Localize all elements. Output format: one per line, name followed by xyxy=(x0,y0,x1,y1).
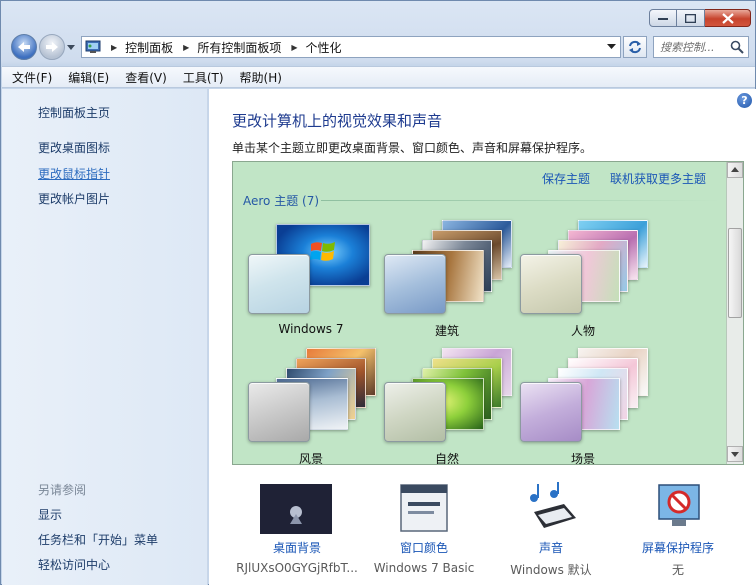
forward-button[interactable] xyxy=(39,34,65,60)
window-color-swatch xyxy=(384,382,446,442)
desktop-background-label: 桌面背景 xyxy=(272,541,321,555)
theme-scrollbar[interactable] xyxy=(726,162,743,464)
screen-saver-icon xyxy=(658,484,700,526)
personalization-window: ▶ 控制面板 ▶ 所有控制面板项 ▶ 个性化 文件(F) 编辑( xyxy=(0,0,756,585)
sidebar-link-mouse-pointers[interactable]: 更改鼠标指针 xyxy=(38,165,110,182)
page-title: 更改计算机上的视觉效果和声音 xyxy=(232,112,443,130)
scroll-down-button[interactable] xyxy=(727,446,743,462)
main-pane: ? 更改计算机上的视觉效果和声音 单击某个主题立即更改桌面背景、窗口颜色、声音和… xyxy=(209,89,756,585)
sounds-label: 声音 xyxy=(538,541,563,555)
theme-name: 自然 xyxy=(434,452,459,465)
breadcrumb-all-items[interactable]: 所有控制面板项 xyxy=(197,39,281,56)
breadcrumb-separator-icon: ▶ xyxy=(111,42,118,52)
group-divider xyxy=(321,200,721,201)
menu-bar: 文件(F) 编辑(E) 查看(V) 工具(T) 帮助(H) xyxy=(2,66,755,88)
window-color-swatch xyxy=(248,254,310,314)
sidebar-link-control-panel-home[interactable]: 控制面板主页 xyxy=(38,104,110,121)
theme-name: 风景 xyxy=(298,452,323,465)
forward-arrow-icon xyxy=(46,42,58,52)
sidebar: 控制面板主页 更改桌面图标 更改鼠标指针 更改帐户图片 另请参阅 显示 任务栏和… xyxy=(2,89,208,585)
window-color-swatch xyxy=(248,382,310,442)
search-box[interactable] xyxy=(653,36,749,58)
screen-saver-label: 屏幕保护程序 xyxy=(641,541,714,555)
search-input[interactable] xyxy=(660,40,732,54)
see-also-heading: 另请参阅 xyxy=(38,483,87,497)
minimize-icon xyxy=(658,18,668,20)
see-also-display[interactable]: 显示 xyxy=(38,506,62,523)
menu-tools[interactable]: 工具(T) xyxy=(183,69,224,86)
close-button[interactable] xyxy=(705,9,751,27)
back-button[interactable] xyxy=(11,34,37,60)
refresh-button[interactable] xyxy=(623,36,647,58)
see-also-taskbar-start-menu[interactable]: 任务栏和「开始」菜单 xyxy=(38,531,158,548)
theme-tile-nature[interactable]: 自然 xyxy=(382,348,512,465)
scroll-thumb[interactable] xyxy=(728,228,742,318)
address-bar[interactable]: ▶ 控制面板 ▶ 所有控制面板项 ▶ 个性化 xyxy=(81,36,621,58)
theme-tile-architecture[interactable]: 建筑 xyxy=(382,220,512,348)
maximize-icon xyxy=(685,13,696,23)
breadcrumb-separator-icon: ▶ xyxy=(291,42,298,52)
theme-name: Windows 7 xyxy=(278,322,344,336)
save-theme-link[interactable]: 保存主题 xyxy=(542,170,590,187)
window-color-item[interactable]: 窗口颜色 Windows 7 Basic xyxy=(359,484,489,580)
minimize-button[interactable] xyxy=(649,9,677,27)
chevron-down-icon xyxy=(731,452,739,457)
caption-buttons xyxy=(649,9,751,27)
desktop-background-value: RJlUXsO0GYGjRfbT... xyxy=(236,561,358,575)
see-also-ease-of-access[interactable]: 轻松访问中心 xyxy=(38,556,110,573)
sidebar-link-desktop-icons[interactable]: 更改桌面图标 xyxy=(38,139,110,156)
page-description: 单击某个主题立即更改桌面背景、窗口颜色、声音和屏幕保护程序。 xyxy=(232,141,593,155)
theme-name: 建筑 xyxy=(434,324,459,338)
window-color-value: Windows 7 Basic xyxy=(373,561,475,575)
maximize-button[interactable] xyxy=(677,9,705,27)
window-color-swatch xyxy=(520,382,582,442)
breadcrumb-separator-icon: ▶ xyxy=(183,42,190,52)
sounds-item[interactable]: 声音 Windows 默认 xyxy=(486,482,616,580)
close-icon xyxy=(721,12,734,24)
menu-edit[interactable]: 编辑(E) xyxy=(68,69,109,86)
theme-gallery: 保存主题 联机获取更多主题 Aero 主题 (7) Windows 7 建筑 人… xyxy=(232,161,744,465)
aero-group-label: Aero 主题 (7) xyxy=(243,194,320,208)
window-color-icon xyxy=(400,484,448,532)
screen-saver-item[interactable]: 屏幕保护程序 无 xyxy=(613,484,743,580)
theme-name: 人物 xyxy=(570,324,595,338)
theme-tile-windows7[interactable]: Windows 7 xyxy=(246,222,376,348)
control-panel-icon xyxy=(85,40,101,53)
back-arrow-icon xyxy=(18,42,30,52)
search-icon xyxy=(730,40,744,54)
window-color-label: 窗口颜色 xyxy=(399,541,448,555)
menu-view[interactable]: 查看(V) xyxy=(125,69,167,86)
sidebar-link-account-picture[interactable]: 更改帐户图片 xyxy=(38,190,110,207)
desktop-background-icon xyxy=(260,484,332,534)
windows-logo-icon xyxy=(310,242,335,261)
refresh-icon xyxy=(629,40,641,54)
address-dropdown-icon[interactable] xyxy=(607,44,616,50)
theme-name: 场景 xyxy=(570,452,595,465)
theme-tile-landscapes[interactable]: 风景 xyxy=(246,348,376,465)
menu-help[interactable]: 帮助(H) xyxy=(240,69,282,86)
scroll-up-button[interactable] xyxy=(727,162,743,178)
desktop-background-item[interactable]: 桌面背景 RJlUXsO0GYGjRfbT... xyxy=(232,484,362,580)
breadcrumb-personalization[interactable]: 个性化 xyxy=(306,39,342,56)
chevron-up-icon xyxy=(731,167,739,172)
breadcrumb-control-panel[interactable]: 控制面板 xyxy=(125,39,173,56)
theme-tile-scenes[interactable]: 场景 xyxy=(518,348,648,465)
help-icon[interactable]: ? xyxy=(737,93,752,108)
navigation-bar: ▶ 控制面板 ▶ 所有控制面板项 ▶ 个性化 xyxy=(9,34,749,60)
window-color-swatch xyxy=(520,254,582,314)
window-color-swatch xyxy=(384,254,446,314)
theme-tile-characters[interactable]: 人物 xyxy=(518,220,648,348)
get-more-themes-link[interactable]: 联机获取更多主题 xyxy=(610,170,706,187)
sounds-value: Windows 默认 xyxy=(510,563,592,577)
menu-file[interactable]: 文件(F) xyxy=(12,69,52,86)
recent-pages-chevron-icon[interactable] xyxy=(67,43,75,51)
screen-saver-value: 无 xyxy=(671,563,684,577)
sounds-icon xyxy=(530,482,576,528)
